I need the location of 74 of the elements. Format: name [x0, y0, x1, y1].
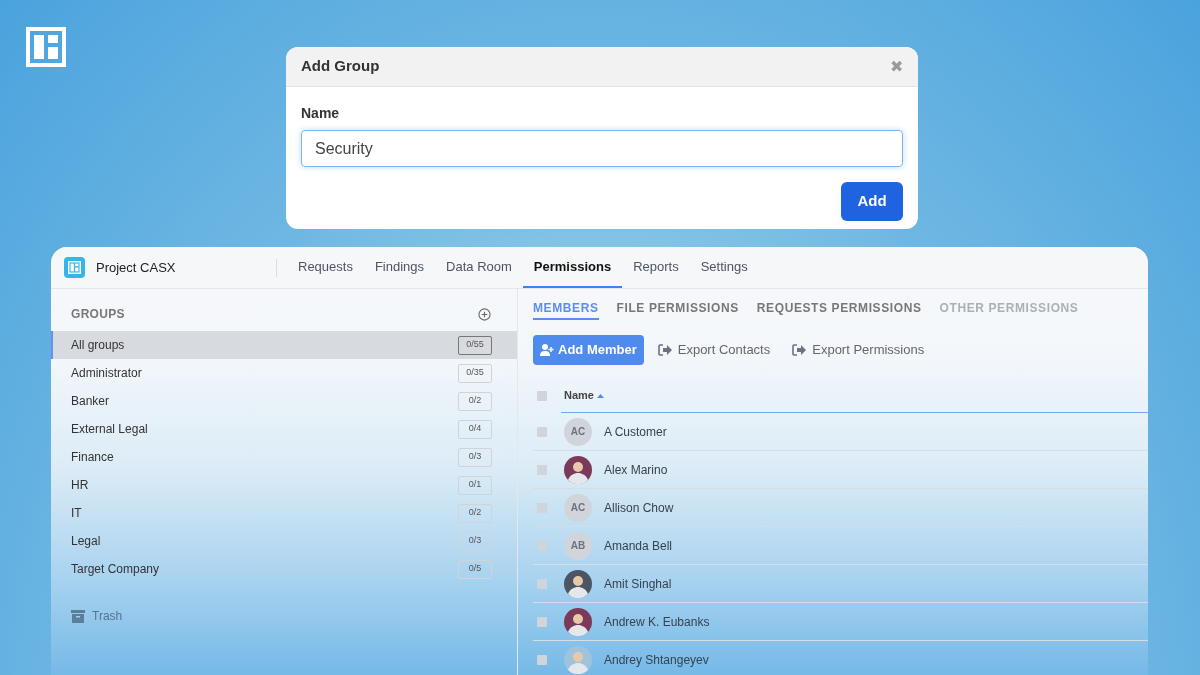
logo-icon [26, 27, 66, 67]
member-name: Amanda Bell [604, 537, 673, 555]
avatar-icon [564, 645, 592, 674]
group-count: 0/55 [458, 335, 492, 355]
group-item[interactable]: Administrator 0/35 [51, 359, 517, 387]
row-checkbox[interactable] [537, 616, 547, 627]
group-item[interactable]: Banker 0/2 [51, 387, 517, 415]
project-logo-icon [64, 257, 85, 278]
name-column-header[interactable]: Name [564, 387, 604, 404]
nav-tab[interactable]: Permissions [522, 247, 623, 288]
group-name: Banker [71, 393, 110, 410]
group-name: Target Company [71, 561, 160, 578]
groups-heading: GROUPS [71, 306, 125, 323]
avatar-initials: AC [564, 493, 592, 522]
group-count: 0/3 [458, 531, 492, 551]
member-name: Andrew K. Eubanks [604, 613, 710, 631]
add-user-icon [540, 344, 554, 356]
permission-tab[interactable]: REQUESTS PERMISSIONS [756, 299, 922, 320]
group-item[interactable]: HR 0/1 [51, 471, 517, 499]
field-label: Name [301, 104, 341, 123]
row-checkbox[interactable] [537, 502, 547, 513]
group-item[interactable]: Legal 0/3 [51, 527, 517, 555]
nav-tab[interactable]: Data Room [435, 247, 523, 288]
member-name: Alex Marino [604, 461, 668, 479]
archive-icon [71, 609, 85, 623]
group-name: HR [71, 477, 89, 494]
avatar-initials: AC [564, 417, 592, 446]
group-item[interactable]: External Legal 0/4 [51, 415, 517, 443]
group-name: Administrator [71, 365, 142, 382]
group-name: IT [71, 505, 82, 522]
nav-tab[interactable]: Reports [622, 247, 690, 288]
add-button[interactable]: Add [841, 182, 903, 221]
group-count: 0/35 [458, 363, 492, 383]
row-checkbox[interactable] [537, 426, 547, 437]
group-item[interactable]: Finance 0/3 [51, 443, 517, 471]
row-checkbox[interactable] [537, 654, 547, 665]
dialog-title: Add Group [301, 56, 380, 77]
group-count: 0/3 [458, 447, 492, 467]
member-name: Amit Singhal [604, 575, 672, 593]
select-all-checkbox[interactable] [537, 390, 547, 401]
group-count: 0/4 [458, 419, 492, 439]
group-count: 0/2 [458, 503, 492, 523]
nav-tab[interactable]: Settings [689, 247, 759, 288]
export-permissions-button[interactable]: Export Permissions [792, 340, 925, 360]
project-name: Project CASX [96, 258, 177, 277]
group-name: Finance [71, 449, 114, 466]
group-name: External Legal [71, 421, 148, 438]
nav-tab[interactable]: Findings [363, 247, 436, 288]
row-checkbox[interactable] [537, 578, 547, 589]
export-icon [657, 344, 672, 356]
export-icon [792, 344, 807, 356]
add-group-icon[interactable] [478, 307, 491, 321]
member-name: Allison Chow [604, 499, 674, 517]
avatar-icon [564, 569, 592, 598]
group-count: 0/2 [458, 391, 492, 411]
group-name: All groups [71, 337, 125, 354]
nav-tab[interactable]: Requests [287, 247, 364, 288]
avatar-initials: AB [564, 531, 592, 560]
group-count: 0/1 [458, 475, 492, 495]
row-checkbox[interactable] [537, 540, 547, 551]
member-name: A Customer [604, 423, 667, 441]
name-input-field[interactable]: Security [301, 130, 903, 167]
group-count: 0/5 [458, 559, 492, 579]
permission-tab[interactable]: FILE PERMISSIONS [616, 299, 739, 320]
group-item[interactable]: IT 0/2 [51, 499, 517, 527]
group-item[interactable]: All groups 0/55 [51, 331, 517, 359]
avatar-icon [564, 607, 592, 636]
member-name: Andrey Shtangeyev [604, 651, 709, 669]
group-item[interactable]: Target Company 0/5 [51, 555, 517, 583]
row-checkbox[interactable] [537, 464, 547, 475]
export-contacts-button[interactable]: Export Contacts [657, 340, 771, 360]
group-name: Legal [71, 533, 101, 550]
sort-up-icon [596, 393, 604, 398]
avatar-icon [564, 455, 592, 484]
